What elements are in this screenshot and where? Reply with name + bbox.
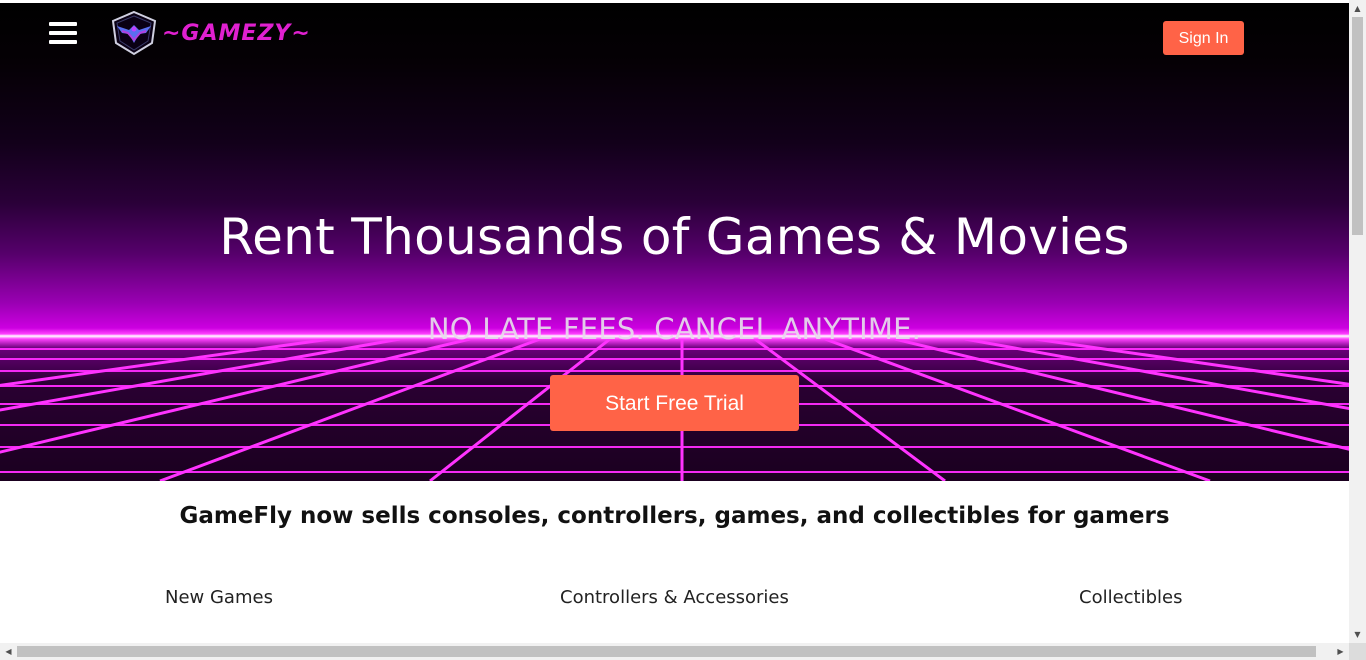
scrollbar-corner xyxy=(1349,643,1366,660)
site-logo[interactable]: ~GAMEZY~ xyxy=(108,10,311,56)
top-navigation-bar: ~GAMEZY~ Sign In xyxy=(0,3,1349,65)
browser-viewport: Rent Thousands of Games & Movies NO LATE… xyxy=(0,0,1366,660)
scroll-right-arrow-icon[interactable]: ▶ xyxy=(1332,643,1349,660)
hero-banner: Rent Thousands of Games & Movies NO LATE… xyxy=(0,3,1349,481)
hamburger-menu-icon[interactable] xyxy=(49,22,77,48)
section-tagline: GameFly now sells consoles, controllers,… xyxy=(179,503,1170,529)
scroll-down-arrow-icon[interactable]: ▼ xyxy=(1349,626,1366,643)
start-free-trial-button[interactable]: Start Free Trial xyxy=(550,375,799,431)
category-link-new-games[interactable]: New Games xyxy=(165,587,273,608)
logo-wordmark: ~GAMEZY~ xyxy=(162,20,311,46)
sign-in-button[interactable]: Sign In xyxy=(1163,21,1244,55)
page: Rent Thousands of Games & Movies NO LATE… xyxy=(0,0,1349,643)
hero-title: Rent Thousands of Games & Movies xyxy=(219,208,1130,266)
category-link-controllers-accessories[interactable]: Controllers & Accessories xyxy=(560,587,789,608)
scroll-up-arrow-icon[interactable]: ▲ xyxy=(1349,0,1366,17)
horizontal-scrollbar-thumb[interactable] xyxy=(17,646,1316,657)
winged-shield-logo-icon xyxy=(111,10,157,56)
horizontal-scrollbar[interactable]: ◀ ▶ xyxy=(0,643,1349,660)
scroll-left-arrow-icon[interactable]: ◀ xyxy=(0,643,17,660)
category-link-collectibles[interactable]: Collectibles xyxy=(1079,587,1183,608)
hero-subtitle: NO LATE FEES. CANCEL ANYTIME. xyxy=(427,312,922,346)
vertical-scrollbar[interactable]: ▲ ▼ xyxy=(1349,0,1366,643)
vertical-scrollbar-thumb[interactable] xyxy=(1352,17,1363,235)
